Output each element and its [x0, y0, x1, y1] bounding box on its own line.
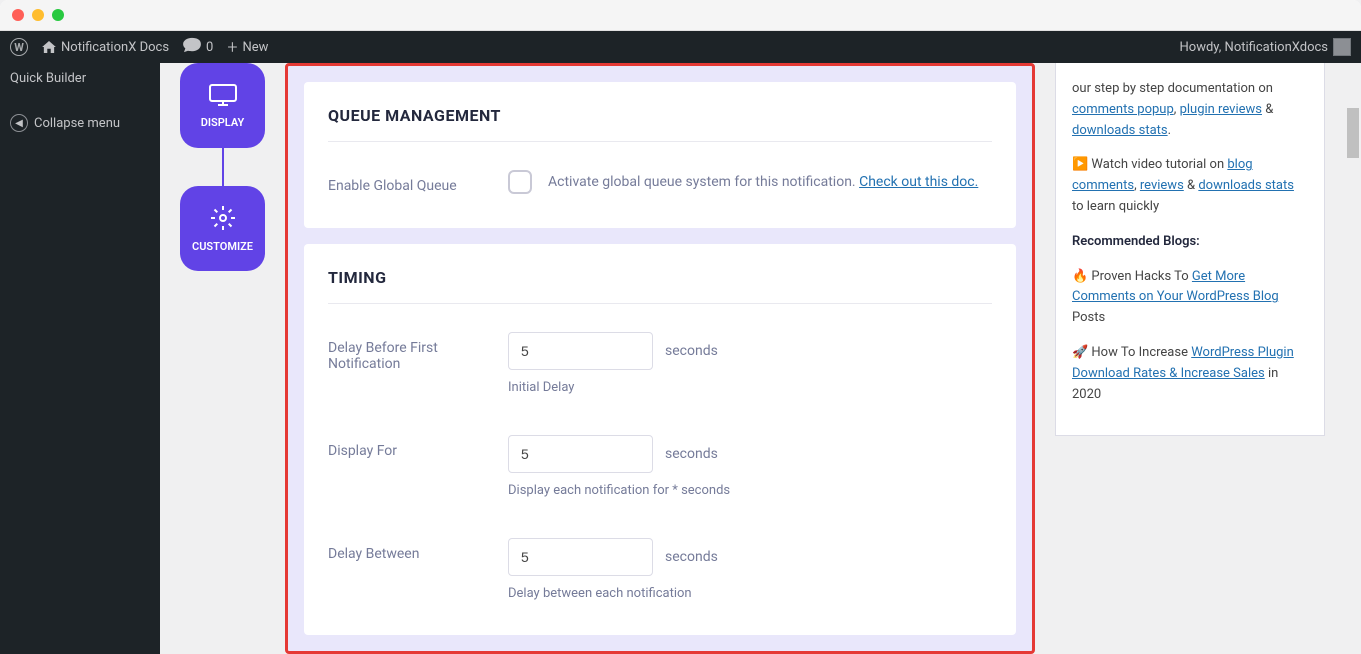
- step-customize-label: CUSTOMIZE: [192, 240, 253, 253]
- info-sidebar: our step by step documentation on commen…: [1055, 63, 1325, 436]
- wp-admin-sidebar: Quick Builder ◀ Collapse menu: [0, 63, 160, 654]
- info-paragraph-2: ▶️ Watch video tutorial on blog comments…: [1072, 155, 1308, 217]
- display-for-help: Display each notification for * seconds: [508, 483, 992, 498]
- avatar: [1333, 38, 1351, 56]
- step-display-button[interactable]: DISPLAY: [180, 63, 265, 148]
- downloads-stats-video-link[interactable]: downloads stats: [1198, 178, 1294, 193]
- delay-between-help: Delay between each notification: [508, 586, 992, 601]
- delay-between-input[interactable]: [508, 538, 653, 576]
- queue-doc-link[interactable]: Check out this doc.: [859, 174, 978, 190]
- app-window: W NotificationX Docs 0 + New Howdy, Noti…: [0, 0, 1361, 654]
- display-for-input[interactable]: [508, 435, 653, 473]
- minimize-window-button[interactable]: [32, 9, 44, 21]
- timing-section-title: TIMING: [328, 268, 992, 304]
- display-for-unit: seconds: [665, 446, 718, 462]
- delay-before-input[interactable]: [508, 332, 653, 370]
- content-area: DISPLAY CUSTOMIZE QUEUE MANAGEMENT: [160, 63, 1345, 654]
- maximize-window-button[interactable]: [52, 9, 64, 21]
- home-icon: [42, 41, 56, 53]
- downloads-stats-link[interactable]: downloads stats: [1072, 123, 1168, 138]
- plugin-reviews-link[interactable]: plugin reviews: [1180, 102, 1262, 117]
- delay-between-label: Delay Between: [328, 538, 488, 562]
- user-greeting-link[interactable]: Howdy, NotificationXdocs: [1180, 38, 1351, 56]
- gear-icon: [210, 205, 236, 234]
- blog-item-2: 🚀 How To Increase WordPress Plugin Downl…: [1072, 343, 1308, 405]
- mac-titlebar: [0, 0, 1361, 31]
- queue-section-title: QUEUE MANAGEMENT: [328, 106, 992, 142]
- wordpress-logo-icon[interactable]: W: [10, 38, 28, 56]
- monitor-icon: [208, 83, 238, 110]
- collapse-menu-button[interactable]: ◀ Collapse menu: [0, 106, 160, 140]
- delay-before-unit: seconds: [665, 343, 718, 359]
- queue-section: QUEUE MANAGEMENT Enable Global Queue Act…: [304, 82, 1016, 228]
- enable-queue-checkbox[interactable]: [508, 170, 532, 194]
- chevron-left-icon: ◀: [10, 114, 28, 132]
- greeting-text: Howdy, NotificationXdocs: [1180, 40, 1328, 55]
- reviews-video-link[interactable]: reviews: [1140, 178, 1184, 193]
- site-name: NotificationX Docs: [61, 40, 169, 55]
- new-content-link[interactable]: + New: [227, 37, 268, 58]
- comment-icon: [183, 37, 201, 57]
- step-display-label: DISPLAY: [201, 116, 245, 129]
- info-paragraph-1: our step by step documentation on commen…: [1072, 79, 1308, 141]
- site-home-link[interactable]: NotificationX Docs: [42, 40, 169, 55]
- queue-description: Activate global queue system for this no…: [548, 174, 978, 190]
- step-connector: [222, 148, 224, 186]
- collapse-label: Collapse menu: [34, 116, 120, 131]
- new-label: New: [243, 40, 269, 55]
- close-window-button[interactable]: [12, 9, 24, 21]
- step-customize-button[interactable]: CUSTOMIZE: [180, 186, 265, 271]
- steps-column: DISPLAY CUSTOMIZE: [180, 63, 265, 654]
- comment-count: 0: [206, 40, 213, 55]
- enable-queue-label: Enable Global Queue: [328, 170, 488, 194]
- timing-section: TIMING Delay Before First Notification s…: [304, 244, 1016, 635]
- recommended-blogs-title: Recommended Blogs:: [1072, 232, 1308, 253]
- wp-admin-bar: W NotificationX Docs 0 + New Howdy, Noti…: [0, 31, 1361, 63]
- window-controls: [12, 9, 64, 21]
- sidebar-item-quick-builder[interactable]: Quick Builder: [0, 63, 160, 94]
- delay-before-help: Initial Delay: [508, 380, 992, 395]
- delay-before-label: Delay Before First Notification: [328, 332, 488, 372]
- display-for-label: Display For: [328, 435, 488, 459]
- plus-icon: +: [227, 37, 237, 58]
- comments-link[interactable]: 0: [183, 37, 213, 57]
- scrollbar-thumb[interactable]: [1347, 108, 1359, 158]
- comments-popup-link[interactable]: comments popup: [1072, 102, 1174, 117]
- scrollbar-track[interactable]: [1345, 63, 1361, 654]
- delay-between-unit: seconds: [665, 549, 718, 565]
- blog-item-1: 🔥 Proven Hacks To Get More Comments on Y…: [1072, 267, 1308, 329]
- main-layout: Quick Builder ◀ Collapse menu DISPLAY: [0, 63, 1361, 654]
- settings-panel: QUEUE MANAGEMENT Enable Global Queue Act…: [285, 63, 1035, 654]
